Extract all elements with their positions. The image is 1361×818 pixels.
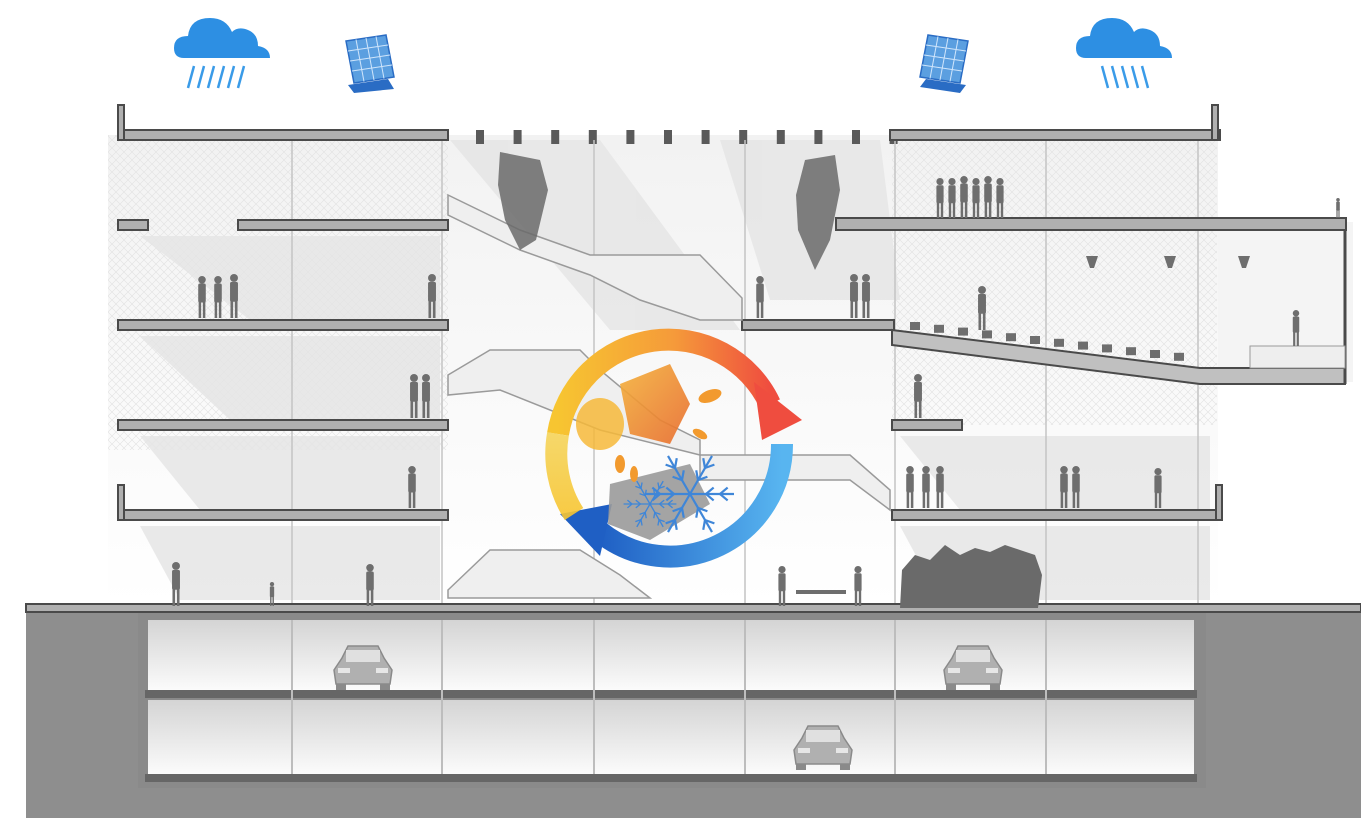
roof-slat	[551, 130, 560, 144]
parapet	[117, 104, 125, 141]
auditorium-seat	[934, 324, 944, 333]
roof-slat	[701, 130, 710, 144]
parapet	[1211, 104, 1219, 141]
floor-slab	[117, 219, 149, 231]
floor-slab	[25, 603, 1361, 613]
auditorium-seat	[982, 330, 992, 339]
roof-slat	[626, 130, 635, 144]
rain-cloud-icon	[174, 18, 270, 89]
table-tennis-table	[796, 590, 846, 594]
roof-slat	[814, 130, 823, 144]
floor-slab	[889, 129, 1221, 141]
floor-slab	[891, 419, 963, 431]
roof-slat	[513, 130, 522, 144]
floor-slab	[117, 509, 449, 521]
roof-slat	[588, 130, 597, 144]
building-section-diagram	[0, 0, 1361, 818]
auditorium-seat	[1174, 352, 1184, 361]
floor-slab	[117, 419, 449, 431]
floor-slab	[237, 219, 449, 231]
auditorium-seat	[1030, 336, 1040, 344]
auditorium-seat	[1150, 350, 1160, 358]
underground-parking	[138, 612, 1206, 788]
floor-slab	[891, 509, 1223, 521]
auditorium-seat	[1006, 333, 1016, 342]
auditorium-seat	[1054, 338, 1064, 347]
auditorium-seat	[1102, 344, 1112, 353]
roof-slat	[476, 130, 484, 144]
roof-slat	[776, 130, 785, 144]
rain-cloud-icon	[1076, 18, 1172, 89]
roof-slat	[739, 130, 748, 144]
floor-slab	[117, 129, 449, 141]
floor-slab	[117, 319, 449, 331]
wall-segment	[1215, 484, 1223, 521]
person-silhouette-icon	[1336, 198, 1340, 218]
auditorium-seat	[958, 327, 968, 336]
wall-segment	[117, 484, 125, 521]
floor-slab	[741, 319, 895, 331]
solar-panel-icon	[919, 34, 969, 93]
auditorium-seat	[1078, 341, 1088, 350]
auditorium-seat	[1126, 347, 1136, 356]
roof-slat	[852, 130, 860, 144]
solar-panel-icon	[345, 34, 395, 93]
auditorium-seat	[910, 322, 920, 330]
roof-slat	[664, 130, 672, 144]
